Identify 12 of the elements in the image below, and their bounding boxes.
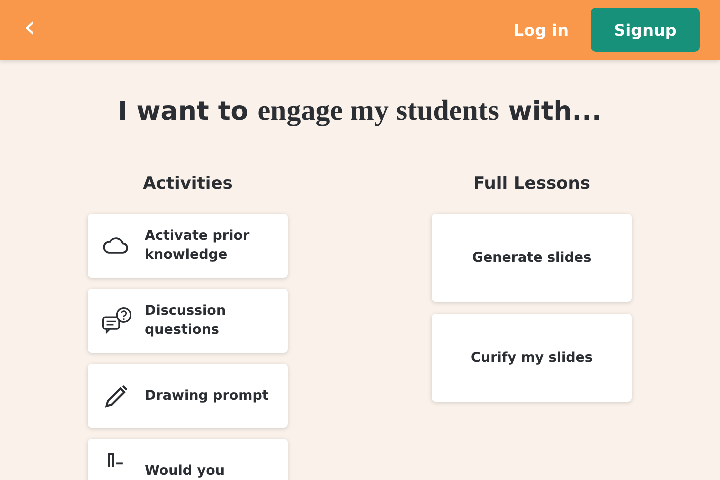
page-heading: I want to engage my students with...: [117, 94, 603, 129]
lesson-card[interactable]: Curify my slides: [432, 314, 632, 402]
activity-card[interactable]: Would you: [88, 439, 288, 480]
activity-card[interactable]: Activate prior knowledge: [88, 214, 288, 278]
column-title: Activities: [142, 173, 234, 195]
bar-chart-icon: [108, 453, 124, 467]
chat-question-icon: [101, 306, 131, 336]
column-title: Full Lessons: [472, 173, 592, 195]
activity-card[interactable]: Discussion questions: [88, 289, 288, 353]
signup-button[interactable]: Signup: [591, 8, 700, 52]
lesson-card[interactable]: Generate slides: [432, 214, 632, 302]
activity-card[interactable]: Drawing prompt: [88, 364, 288, 428]
